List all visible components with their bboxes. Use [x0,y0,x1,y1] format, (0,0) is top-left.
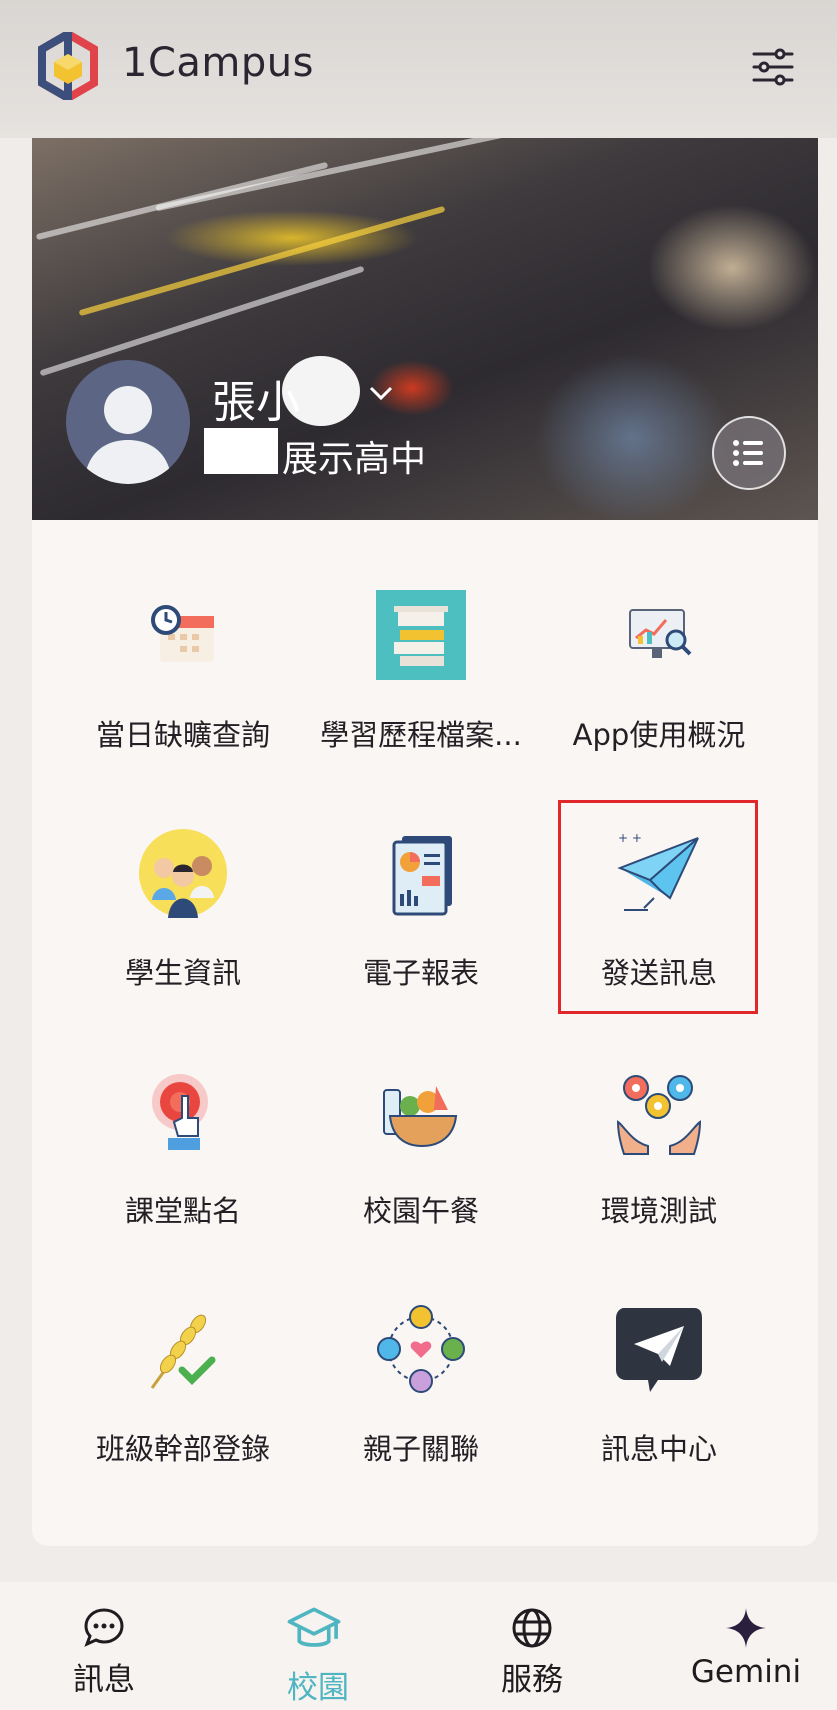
app-label: 校園午餐 [362,1194,479,1228]
app-parent-child-link[interactable]: 親子關聯 [302,1304,540,1514]
app-label: App使用概況 [572,718,746,752]
attendance-clock-calendar-icon [151,605,214,662]
family-connection-icon [377,1305,465,1393]
bottom-navigation: 訊息 校園 服務 Gemini [0,1582,837,1710]
list-icon [733,440,763,466]
avatar[interactable] [66,360,190,484]
app-label: 班級幹部登錄 [95,1432,270,1466]
app-environment-test[interactable]: 環境測試 [540,1066,778,1276]
lunch-basket-icon [383,1086,458,1148]
app-student-info[interactable]: 學生資訊 [64,828,302,1038]
app-class-roll-call[interactable]: 課堂點名 [64,1066,302,1276]
nav-label: 校園 [287,1670,349,1706]
app-label: 當日缺曠查詢 [95,718,270,752]
app-label: 課堂點名 [124,1194,241,1228]
redacted-school-mask [204,428,278,474]
tap-roll-call-icon [152,1074,208,1150]
students-group-icon [139,829,227,918]
learning-portfolio-icon [376,590,466,680]
app-e-report[interactable]: 電子報表 [302,828,540,1038]
app-label: 環境測試 [600,1194,717,1228]
top-app-bar: 1Campus [0,0,837,138]
app-campus-lunch[interactable]: 校園午餐 [302,1066,540,1276]
globe-icon [512,1608,552,1648]
nav-label: 訊息 [73,1662,135,1698]
app-learning-portfolio[interactable]: 學習歷程檔案... [302,590,540,800]
app-label: 親子關聯 [362,1432,479,1466]
gemini-sparkle-icon [726,1608,766,1648]
school-cap-icon [287,1607,341,1647]
highlight-box [558,800,758,1014]
usage-chart-monitor-icon [629,609,692,658]
app-attendance-query[interactable]: 當日缺曠查詢 [64,590,302,800]
app-label: 學生資訊 [124,956,241,990]
app-usage-overview[interactable]: App使用概況 [540,590,778,800]
app-label: 電子報表 [362,956,479,990]
nav-messages[interactable]: 訊息 [4,1582,204,1710]
gears-hands-icon [616,1075,702,1155]
message-center-plane-icon [616,1308,702,1392]
report-document-icon [392,836,452,916]
chat-bubble-icon [84,1608,124,1647]
app-label: 訊息中心 [600,1432,717,1466]
person-silhouette-icon [84,386,172,484]
nav-label: 服務 [501,1662,563,1698]
app-title: 1Campus [122,40,314,86]
app-message-center[interactable]: 訊息中心 [540,1304,778,1514]
app-label: 學習歷程檔案... [320,718,522,752]
1campus-logo-icon[interactable] [38,32,98,100]
redacted-name-mask [282,356,360,426]
nav-gemini[interactable]: Gemini [646,1582,837,1710]
nav-campus[interactable]: 校園 [218,1582,418,1710]
tune-sliders-icon[interactable] [750,44,796,90]
school-name: 展示高中 [282,439,427,480]
nav-label: Gemini [690,1654,802,1690]
chevron-down-icon[interactable] [366,378,396,408]
list-menu-button[interactable] [712,416,786,490]
wheat-check-icon [150,1314,216,1389]
profile-banner: 張小 展示高中 [32,138,818,520]
app-class-officers[interactable]: 班級幹部登錄 [64,1304,302,1514]
nav-services[interactable]: 服務 [432,1582,632,1710]
